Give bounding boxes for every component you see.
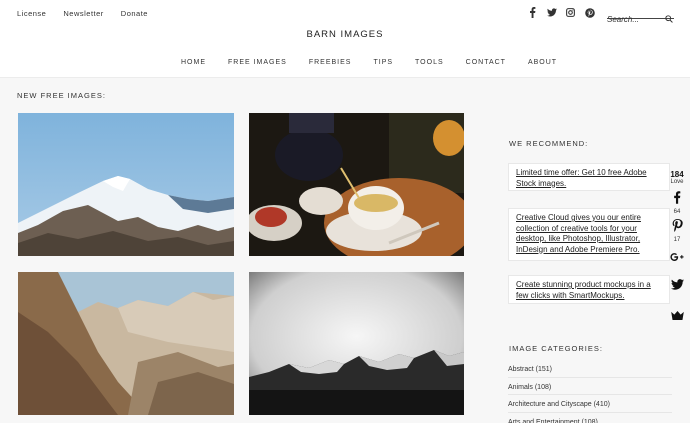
- categories-title: IMAGE CATEGORIES:: [509, 344, 603, 353]
- share-total-count: 184: [670, 170, 684, 179]
- nav-contact[interactable]: CONTACT: [466, 59, 506, 66]
- twitter-icon[interactable]: [546, 7, 557, 18]
- categories-list: Abstract (151) Animals (108) Architectur…: [508, 360, 672, 423]
- main-nav: HOME FREE IMAGES FREEBIES TIPS TOOLS CON…: [181, 59, 557, 66]
- newsletter-link[interactable]: Newsletter: [63, 9, 103, 18]
- google-plus-share-icon[interactable]: [666, 249, 688, 267]
- teapot-pouring-tea-photo[interactable]: [249, 113, 464, 256]
- category-item[interactable]: Arts and Entertainment (108): [508, 413, 672, 423]
- recommendation-link[interactable]: Limited time offer: Get 10 free Adobe St…: [516, 168, 647, 188]
- snowy-mountain-photo[interactable]: [18, 113, 234, 256]
- recommendation-link[interactable]: Creative Cloud gives you our entire coll…: [516, 213, 641, 254]
- section-title: NEW FREE IMAGES:: [17, 91, 106, 100]
- twitter-share-icon[interactable]: [666, 277, 688, 295]
- nav-freebies[interactable]: FREEBIES: [309, 59, 352, 66]
- category-item[interactable]: Animals (108): [508, 378, 672, 395]
- recommendation-link[interactable]: Create stunning product mockups in a few…: [516, 280, 651, 300]
- facebook-icon[interactable]: [527, 7, 538, 18]
- site-logo[interactable]: BARN IMAGES: [0, 29, 690, 40]
- site-header: License Newsletter Donate BARN IMAGES HO…: [0, 0, 690, 78]
- nav-free-images[interactable]: FREE IMAGES: [228, 59, 287, 66]
- category-item[interactable]: Abstract (151): [508, 360, 672, 378]
- nav-tools[interactable]: TOOLS: [415, 59, 444, 66]
- share-bar: 184 Love 64 17: [666, 170, 688, 325]
- search-box: [607, 7, 674, 24]
- nav-home[interactable]: HOME: [181, 59, 206, 66]
- dark-mountain-range-photo[interactable]: [249, 272, 464, 415]
- search-input[interactable]: [607, 15, 663, 24]
- category-item[interactable]: Architecture and Cityscape (410): [508, 395, 672, 413]
- top-links: License Newsletter Donate: [17, 9, 148, 18]
- recommendation-smartmockups[interactable]: Create stunning product mockups in a few…: [508, 275, 670, 304]
- instagram-icon[interactable]: [565, 7, 576, 18]
- recommendation-adobe-stock[interactable]: Limited time offer: Get 10 free Adobe St…: [508, 163, 670, 191]
- search-icon[interactable]: [665, 8, 673, 27]
- facebook-share-icon[interactable]: [666, 191, 688, 209]
- nav-about[interactable]: ABOUT: [528, 59, 557, 66]
- social-links: [527, 7, 595, 18]
- recommendation-creative-cloud[interactable]: Creative Cloud gives you our entire coll…: [508, 208, 670, 261]
- recommend-title: WE RECOMMEND:: [509, 139, 589, 148]
- rocky-valley-photo[interactable]: [18, 272, 234, 415]
- pinterest-share-icon[interactable]: [666, 219, 688, 237]
- crown-share-icon[interactable]: [666, 307, 688, 325]
- nav-tips[interactable]: TIPS: [373, 59, 393, 66]
- license-link[interactable]: License: [17, 9, 46, 18]
- donate-link[interactable]: Donate: [121, 9, 148, 18]
- pinterest-icon[interactable]: [584, 7, 595, 18]
